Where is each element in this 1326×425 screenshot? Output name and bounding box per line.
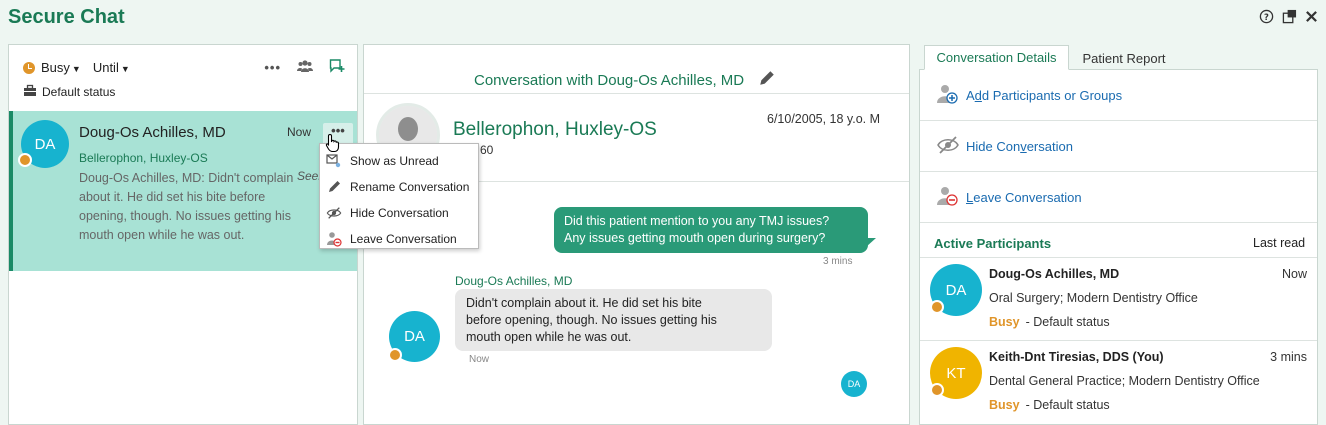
- new-chat-icon[interactable]: [329, 58, 345, 77]
- outgoing-message-bubble: Did this patient mention to you any TMJ …: [554, 207, 868, 253]
- status-note: - Default status: [1025, 315, 1110, 329]
- eye-slash-icon: [326, 207, 342, 219]
- status-dropdown[interactable]: Busy ▼: [41, 60, 81, 75]
- message-text-line: Didn't complain about it. He did set his…: [466, 296, 702, 310]
- message-sender: Doug-Os Achilles, MD: [455, 274, 573, 288]
- participant-last-read: Now: [1281, 267, 1307, 281]
- leave-person-icon: [327, 232, 342, 247]
- group-icon[interactable]: [297, 59, 313, 76]
- menu-item-show-as-unread[interactable]: Show as Unread: [320, 148, 478, 174]
- participant-status: Busy - Default status: [989, 398, 1110, 412]
- add-person-icon: [936, 83, 960, 108]
- message-time: Now: [469, 354, 490, 365]
- status-toolbar: Busy ▼ Until ▼: [23, 60, 130, 75]
- briefcase-icon: [23, 84, 37, 100]
- until-label: Until: [92, 60, 119, 75]
- pencil-icon: [329, 181, 340, 192]
- menu-item-label: Leave Conversation: [350, 232, 457, 246]
- patient-mrn: 60: [480, 143, 494, 157]
- tab-patient-report[interactable]: Patient Report: [1069, 46, 1179, 70]
- menu-item-hide-conversation[interactable]: Hide Conversation: [320, 200, 478, 226]
- conversation-list-panel: Busy ▼ Until ▼ ••• Default status DA Doug-…: [8, 44, 358, 425]
- edit-pencil-icon[interactable]: [758, 69, 776, 91]
- patient-dob: 6/10/2005, 18 y.o. M: [767, 112, 881, 126]
- conversation-title: Conversation with Doug-Os Achilles, MD: [474, 71, 745, 89]
- conversation-preview: Doug-Os Achilles, MD: Didn't complain ab…: [79, 171, 294, 242]
- participant-last-read: 3 mins: [1270, 350, 1307, 364]
- eye-slash-icon: [936, 135, 960, 158]
- status-badge: Busy: [989, 315, 1020, 329]
- default-status-label: Default status: [42, 85, 116, 99]
- hand-cursor-icon: [325, 133, 341, 156]
- close-icon[interactable]: [1305, 10, 1318, 27]
- participant-org: Oral Surgery; Modern Dentistry Office: [989, 291, 1198, 305]
- conversation-name: Doug-Os Achilles, MD: [79, 124, 226, 141]
- menu-item-label: Hide Conversation: [350, 206, 449, 220]
- active-participants-heading: Active Participants: [934, 236, 1052, 251]
- incoming-message-bubble: Didn't complain about it. He did set his…: [455, 289, 772, 351]
- message-text-line: mouth open while he was out.: [466, 330, 632, 344]
- app-title: Secure Chat: [8, 6, 125, 28]
- patient-name[interactable]: Bellerophon, Huxley-OS: [453, 119, 657, 141]
- message-text-line: Any issues getting mouth open during sur…: [564, 231, 826, 245]
- window-controls: ?: [1259, 9, 1318, 28]
- conversation-header: Conversation with Doug-Os Achilles, MD: [474, 69, 776, 91]
- chevron-down-icon: ▼: [71, 64, 81, 74]
- status-badge: Busy: [989, 398, 1020, 412]
- conversation-time: Now: [287, 125, 312, 139]
- bubble-tail: [866, 238, 876, 247]
- message-text-line: before opening, though. No issues gettin…: [466, 313, 717, 327]
- participant-row[interactable]: DA Doug-Os Achilles, MD Now Oral Surgery…: [920, 257, 1317, 340]
- participant-status: Busy - Default status: [989, 315, 1110, 329]
- list-tools: •••: [264, 58, 345, 77]
- more-options-icon[interactable]: •••: [264, 60, 281, 75]
- conversation-patient: Bellerophon, Huxley-OS: [79, 151, 208, 165]
- last-read-heading: Last read: [1253, 236, 1306, 250]
- add-label-accel: d: [974, 87, 982, 103]
- menu-item-label: Rename Conversation: [350, 180, 470, 194]
- participant-org: Dental General Practice; Modern Dentistr…: [989, 374, 1260, 388]
- until-dropdown[interactable]: Until ▼: [93, 60, 130, 75]
- busy-badge-icon: [18, 153, 32, 167]
- add-label-a: A: [966, 87, 975, 103]
- hide-label-a: Hide Con: [966, 138, 1021, 154]
- menu-item-rename-conversation[interactable]: Rename Conversation: [320, 174, 478, 200]
- conversation-context-menu: Show as Unread Rename Conversation Hide …: [319, 143, 479, 249]
- message-time: 3 mins: [823, 256, 853, 267]
- add-participants-link[interactable]: Add Participants or Groups: [920, 70, 1317, 121]
- participant-row[interactable]: KT Keith-Dnt Tiresias, DDS (You) 3 mins …: [920, 340, 1317, 423]
- participant-name: Keith-Dnt Tiresias, DDS (You): [989, 350, 1164, 364]
- leave-conversation-link[interactable]: Leave Conversation: [920, 172, 1317, 223]
- hide-label-rest: ersation: [1026, 138, 1073, 154]
- leave-label-rest: eave Conversation: [973, 189, 1082, 205]
- conversation-list-item[interactable]: DA Doug-Os Achilles, MD Now ••• Bellerop…: [9, 111, 357, 271]
- svg-text:?: ?: [1264, 12, 1269, 22]
- status-label: Busy: [41, 60, 70, 75]
- busy-badge-icon: [388, 348, 402, 362]
- popout-icon[interactable]: [1282, 9, 1297, 28]
- busy-badge-icon: [930, 383, 944, 397]
- message-text-line: Did this patient mention to you any TMJ …: [564, 214, 830, 228]
- divider: [364, 93, 909, 94]
- leave-person-icon: [936, 185, 960, 210]
- participant-name: Doug-Os Achilles, MD: [989, 267, 1120, 281]
- read-receipt-avatar: DA: [841, 371, 867, 397]
- busy-status-icon: [23, 61, 35, 74]
- add-label-rest: d Participants or Groups: [981, 87, 1123, 103]
- hide-conversation-link[interactable]: Hide Conversation: [920, 121, 1317, 172]
- tab-conversation-details[interactable]: Conversation Details: [924, 45, 1069, 70]
- chevron-down-icon: ▼: [120, 64, 130, 74]
- help-icon[interactable]: ?: [1259, 9, 1274, 28]
- status-note: - Default status: [1025, 398, 1110, 412]
- busy-badge-icon: [930, 300, 944, 314]
- menu-item-label: Show as Unread: [350, 154, 439, 168]
- conversation-details-panel: Add Participants or Groups Hide Conversa…: [919, 69, 1318, 425]
- menu-item-leave-conversation[interactable]: Leave Conversation: [320, 226, 478, 252]
- default-status-row[interactable]: Default status: [23, 84, 115, 100]
